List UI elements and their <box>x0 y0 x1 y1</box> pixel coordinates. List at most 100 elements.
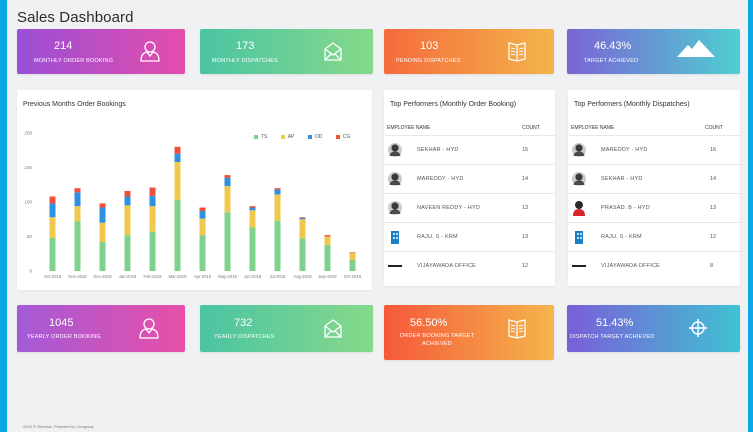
genesis-logo <box>388 265 402 267</box>
col-count: COUNT <box>705 125 723 131</box>
bar-segment-od[interactable] <box>274 189 281 195</box>
bar-segment-cg[interactable] <box>124 190 131 197</box>
building-avatar-icon <box>575 231 583 244</box>
bar-segment-ap[interactable] <box>324 236 331 245</box>
bar-segment-ap[interactable] <box>249 210 256 228</box>
y-tick-label: 50 <box>27 234 33 239</box>
bar-segment-ap[interactable] <box>174 161 181 200</box>
panel-title: Top Performers (Monthly Dispatches) <box>574 101 690 108</box>
bar-segment-od[interactable] <box>224 177 231 187</box>
performer-row[interactable]: SEKHAR - HYD 15 <box>384 135 555 164</box>
person-avatar-icon <box>572 143 586 157</box>
bar-segment-ap[interactable] <box>74 206 81 222</box>
person-avatar-icon <box>388 201 402 215</box>
bar-segment-ap[interactable] <box>49 217 56 238</box>
employee-name: SEKHAR - HYD <box>601 176 643 182</box>
bar-segment-od[interactable] <box>149 195 156 207</box>
bar-segment-ap[interactable] <box>299 219 306 239</box>
employee-name: PRASAD. B - HYD <box>601 205 650 211</box>
employee-name: RAJU. S - KRM <box>601 234 642 240</box>
panel-title: Top Performers (Monthly Order Booking) <box>390 101 517 108</box>
performer-row[interactable]: VIJAYAWADA OFFICE 12 <box>384 251 555 280</box>
x-tick-label: Dec-2018 <box>93 274 112 279</box>
y-tick-label: 150 <box>24 165 32 170</box>
bar-segment-cg[interactable] <box>49 196 56 204</box>
bar-segment-ap[interactable] <box>274 194 281 221</box>
bar-segment-od[interactable] <box>199 210 206 219</box>
card-target-achieved[interactable]: 46.43% TARGET ACHIEVED <box>567 29 740 74</box>
bar-segment-ts[interactable] <box>149 231 156 271</box>
bar-segment-ts[interactable] <box>224 212 231 271</box>
x-tick-label: Jan-2019 <box>119 274 137 279</box>
bar-segment-ts[interactable] <box>174 199 181 271</box>
envelope-icon <box>324 319 342 338</box>
bar-segment-ap[interactable] <box>99 222 106 243</box>
performer-row[interactable]: VIJAYAWADA OFFICE 8 <box>568 251 740 280</box>
bar-segment-ap[interactable] <box>224 186 231 213</box>
bar-segment-cg[interactable] <box>99 203 106 208</box>
performer-row[interactable]: RAJU. S - KRM 12 <box>568 222 740 251</box>
card-monthly-order-booking[interactable]: 214 MONTHLY ORDER BOOKING <box>17 29 185 74</box>
bar-segment-ts[interactable] <box>199 235 206 271</box>
bar-segment-od[interactable] <box>299 217 306 220</box>
performer-row[interactable]: NAVEEN REDDY - HYD 13 <box>384 193 555 222</box>
bar-segment-cg[interactable] <box>74 188 81 193</box>
person-avatar-icon <box>388 143 402 157</box>
bar-segment-ts[interactable] <box>349 259 356 271</box>
card-pending-dispatches[interactable]: 103 PENDING DISPATCHES <box>384 29 554 74</box>
crosshair-icon <box>689 319 707 337</box>
bar-segment-cg[interactable] <box>174 146 181 154</box>
bar-segment-od[interactable] <box>174 153 181 162</box>
bar-segment-od[interactable] <box>99 207 106 223</box>
bar-segment-ts[interactable] <box>124 235 131 271</box>
performer-row[interactable]: PRASAD. B - HYD 13 <box>568 193 740 222</box>
bar-segment-cg[interactable] <box>274 188 281 190</box>
bar-segment-od[interactable] <box>249 207 256 211</box>
card-yearly-dispatches[interactable]: 732 YEARLY DISPATCHES <box>200 305 373 352</box>
bar-segment-ts[interactable] <box>274 220 281 271</box>
performer-row[interactable]: SEKHAR - HYD 14 <box>568 164 740 193</box>
bar-segment-ts[interactable] <box>74 221 81 271</box>
bar-segment-cg[interactable] <box>299 217 306 218</box>
x-tick-label: Nov-2018 <box>68 274 87 279</box>
bar-segment-ts[interactable] <box>49 237 56 271</box>
performer-row[interactable]: MAREDDY - HYD 14 <box>384 164 555 193</box>
card-value: 51.43% <box>596 317 634 329</box>
bar-segment-cg[interactable] <box>149 187 156 196</box>
bar-segment-ts[interactable] <box>299 238 306 271</box>
x-tick-label: Oct-2019 <box>344 274 362 279</box>
employee-name: MAREDDY - HYD <box>601 147 648 153</box>
bar-segment-ap[interactable] <box>199 218 206 236</box>
mountain-icon <box>677 40 715 57</box>
bar-segment-cg[interactable] <box>224 175 231 178</box>
bar-segment-ap[interactable] <box>349 253 356 260</box>
card-value: 214 <box>54 40 73 52</box>
card-value: 46.43% <box>594 40 632 52</box>
bar-segment-ts[interactable] <box>324 244 331 271</box>
performer-row[interactable]: RAJU. S - KRM 13 <box>384 222 555 251</box>
user-icon <box>140 41 160 62</box>
bar-segment-cg[interactable] <box>324 235 331 237</box>
employee-name: VIJAYAWADA OFFICE <box>601 263 661 269</box>
employee-count: 16 <box>710 147 717 153</box>
card-dispatch-target[interactable]: 51.43% DISPATCH TARGET ACHIEVED <box>567 305 740 352</box>
bar-segment-cg[interactable] <box>249 206 256 208</box>
card-order-booking-target[interactable]: 56.50% ORDER BOOKING TARGET ACHIEVED <box>384 305 554 360</box>
x-tick-label: Sep-2019 <box>318 274 337 279</box>
bar-segment-ts[interactable] <box>249 227 256 271</box>
card-monthly-dispatches[interactable]: 173 MONTHLY DISPATCHES <box>200 29 373 74</box>
bar-segment-ap[interactable] <box>149 206 156 232</box>
bar-segment-ap[interactable] <box>124 205 131 236</box>
bar-segment-cg[interactable] <box>349 252 356 254</box>
bar-segment-cg[interactable] <box>199 207 206 211</box>
bar-segment-od[interactable] <box>74 192 81 207</box>
performer-row[interactable]: MAREDDY - HYD 16 <box>568 135 740 164</box>
bar-segment-od[interactable] <box>124 196 131 206</box>
bar-segment-od[interactable] <box>49 203 56 218</box>
bar-segment-ts[interactable] <box>99 242 106 271</box>
person-red-avatar-icon <box>573 201 585 216</box>
card-yearly-order-booking[interactable]: 1045 YEARLY ORDER BOOKING <box>17 305 185 352</box>
employee-count: 15 <box>522 147 529 153</box>
card-label: TARGET ACHIEVED <box>584 58 639 64</box>
card-value: 103 <box>420 40 439 52</box>
